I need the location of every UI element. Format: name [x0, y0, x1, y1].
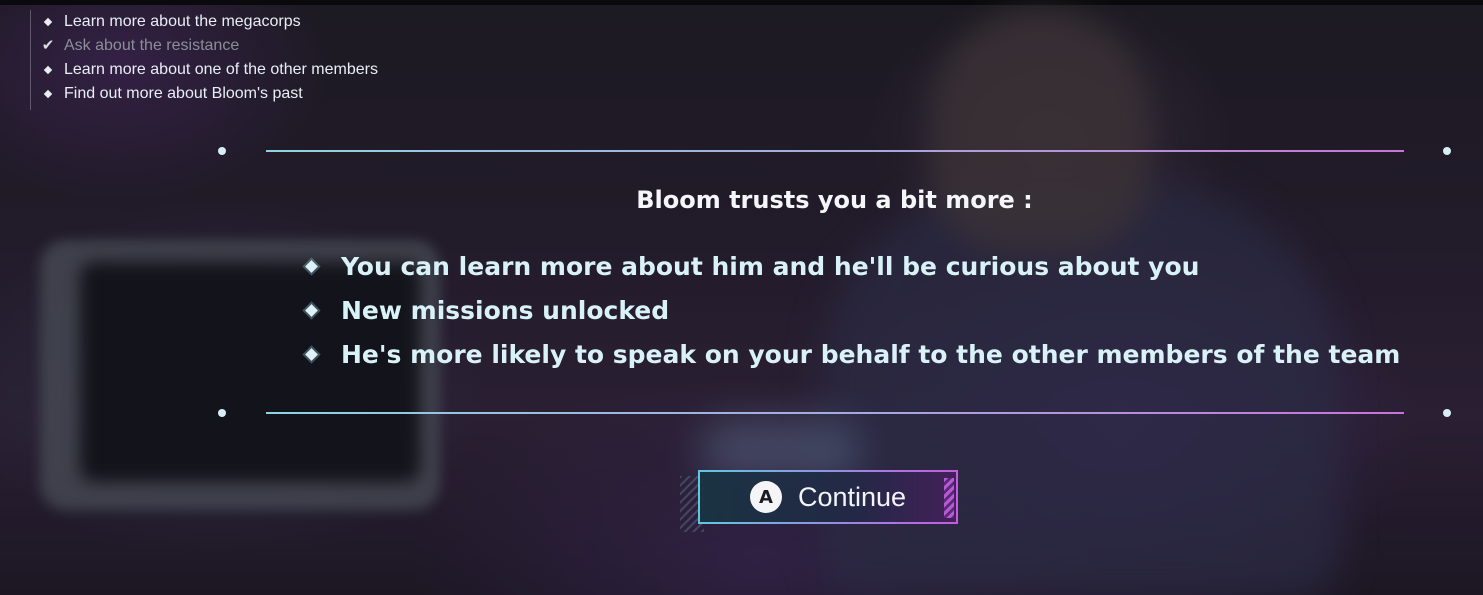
objective-label: Learn more about one of the other member… [64, 61, 378, 78]
divider-dot-right-bottom [1443, 409, 1451, 417]
benefit-item: New missions unlocked [300, 288, 1400, 332]
diamond-bullet-icon [300, 299, 322, 321]
diamond-bullet-icon [300, 255, 322, 277]
diamond-bullet-icon [41, 87, 55, 101]
button-stripe-decoration [944, 478, 954, 518]
divider-dot-left-bottom [218, 409, 226, 417]
benefit-text: You can learn more about him and he'll b… [341, 251, 1200, 281]
checkmark-icon: ✔ [41, 37, 55, 54]
diamond-bullet-icon [300, 343, 322, 365]
divider-dot-left-top [218, 147, 226, 155]
benefit-text: He's more likely to speak on your behalf… [341, 339, 1401, 369]
relationship-headline: Bloom trusts you a bit more : [636, 186, 1033, 214]
divider-line-top [266, 150, 1404, 152]
divider-dot-right-top [1443, 147, 1451, 155]
objective-item[interactable]: Learn more about the megacorps [41, 10, 378, 34]
a-button-icon: A [749, 481, 782, 513]
benefit-item: You can learn more about him and he'll b… [300, 244, 1400, 288]
objectives-list: Learn more about the megacorps ✔ Ask abo… [30, 10, 378, 110]
diamond-bullet-icon [41, 63, 55, 77]
objective-item[interactable]: Learn more about one of the other member… [41, 58, 378, 82]
continue-label: Continue [797, 481, 907, 512]
objective-item[interactable]: Find out more about Bloom's past [41, 82, 378, 106]
top-edge-bar [0, 0, 1483, 5]
benefit-text: New missions unlocked [341, 295, 670, 325]
benefits-list: You can learn more about him and he'll b… [300, 244, 1400, 376]
continue-button-container: A Continue [680, 470, 964, 532]
background-character-head [930, 10, 1150, 250]
objective-label: Find out more about Bloom's past [64, 85, 303, 102]
continue-button[interactable]: A Continue [698, 470, 958, 524]
objective-label: Ask about the resistance [64, 37, 240, 54]
benefit-item: He's more likely to speak on your behalf… [300, 332, 1400, 376]
objective-item-completed[interactable]: ✔ Ask about the resistance [41, 34, 378, 58]
divider-line-bottom [266, 412, 1404, 414]
objective-label: Learn more about the megacorps [64, 13, 301, 30]
diamond-bullet-icon [41, 15, 55, 29]
game-scene: Learn more about the megacorps ✔ Ask abo… [0, 0, 1483, 595]
